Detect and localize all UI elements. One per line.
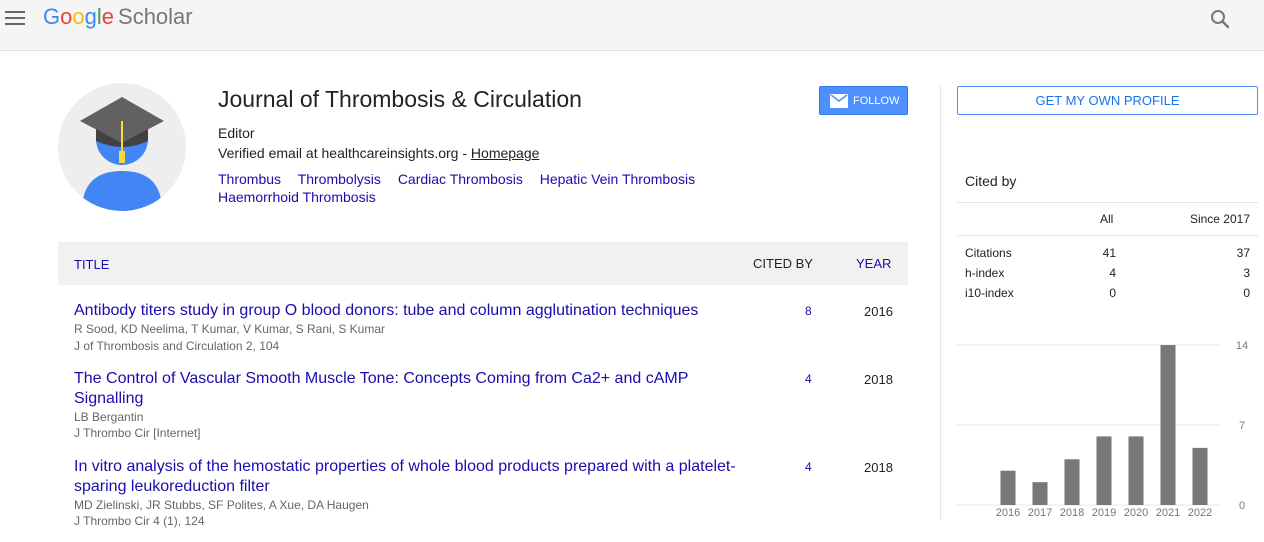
cited-by-count[interactable]: 4: [805, 460, 812, 474]
stats-header: All Since 2017: [957, 202, 1258, 236]
column-divider: [940, 86, 941, 520]
article-authors: MD Zielinski, JR Stubbs, SF Polites, A X…: [74, 498, 369, 512]
search-icon[interactable]: [1209, 8, 1231, 30]
avatar: [58, 83, 186, 211]
sort-by-year[interactable]: YEAR: [856, 256, 891, 271]
follow-label: FOLLOW: [853, 94, 900, 107]
cited-by-count[interactable]: 8: [805, 304, 812, 318]
hamburger-menu-icon[interactable]: [5, 11, 25, 25]
article-year: 2018: [864, 460, 893, 475]
article-title-link[interactable]: The Control of Vascular Smooth Muscle To…: [74, 369, 754, 409]
x-tick-label: 2019: [1092, 507, 1116, 519]
col-since: Since 2017: [1189, 212, 1250, 226]
stat-label: i10-index: [965, 286, 1014, 300]
logo-letter: o: [60, 4, 73, 29]
article-venue: J of Thrombosis and Circulation 2, 104: [74, 339, 280, 353]
chart-bar[interactable]: [1160, 345, 1176, 505]
chart-bar[interactable]: [1032, 482, 1048, 505]
profile-email: Verified email at healthcareinsights.org…: [218, 145, 539, 161]
follow-button[interactable]: FOLLOW: [819, 86, 908, 115]
y-tick-label: 14: [1236, 340, 1248, 352]
article-venue: J Thrombo Cir [Internet]: [74, 426, 201, 440]
top-bar: Google Scholar: [0, 0, 1264, 51]
logo-letter: g: [84, 4, 97, 29]
interest-link[interactable]: Thrombolysis: [298, 171, 381, 187]
scholar-logo-text: Scholar: [118, 4, 193, 29]
profile-name: Journal of Thrombosis & Circulation: [218, 86, 582, 112]
mail-icon: [830, 93, 848, 108]
research-interests: Thrombus Thrombolysis Cardiac Thrombosis…: [218, 170, 778, 206]
interest-link[interactable]: Haemorrhoid Thrombosis: [218, 189, 376, 205]
verified-email-text: Verified email at healthcareinsights.org…: [218, 145, 471, 161]
citations-bar-chart-svg: 14 7 0 2016 2017 2018 2019 2020 2021 2022: [957, 340, 1248, 519]
article-year: 2018: [864, 372, 893, 387]
interest-link[interactable]: Hepatic Vein Thrombosis: [540, 171, 695, 187]
citation-stats-table: All Since 2017 Citations 41 37 h-index 4…: [957, 202, 1258, 300]
chart-bar[interactable]: [1000, 470, 1016, 505]
logo-letter: o: [72, 4, 85, 29]
article-year: 2016: [864, 304, 893, 319]
x-tick-label: 2018: [1060, 507, 1084, 519]
y-tick-label: 7: [1239, 420, 1245, 432]
stats-row-citations: Citations 41 37: [957, 236, 1258, 260]
articles-table-header: TITLE CITED BY YEAR: [58, 242, 908, 285]
x-tick-label: 2022: [1188, 507, 1212, 519]
logo-letter: e: [101, 4, 115, 29]
google-scholar-logo[interactable]: Google Scholar: [43, 4, 193, 30]
x-tick-label: 2016: [996, 507, 1020, 519]
google-logo-text: Google: [43, 4, 114, 29]
chart-bar[interactable]: [1192, 447, 1208, 505]
profile-affiliation: Editor: [218, 125, 255, 141]
x-tick-label: 2020: [1124, 507, 1148, 519]
chart-bar[interactable]: [1128, 436, 1144, 505]
sort-by-title[interactable]: TITLE: [74, 257, 109, 272]
citations-per-year-chart: 14 7 0 2016 2017 2018 2019 2020 2021 2022: [957, 336, 1258, 522]
homepage-link[interactable]: Homepage: [471, 145, 540, 161]
stat-all: 0: [1109, 286, 1116, 300]
stats-row-h-index: h-index 4 3: [957, 256, 1258, 280]
cited-by-column[interactable]: CITED BY: [753, 256, 813, 271]
cited-by-heading: Cited by: [965, 173, 1017, 189]
interest-link[interactable]: Cardiac Thrombosis: [398, 171, 523, 187]
x-tick-label: 2021: [1156, 507, 1180, 519]
col-all: All: [1100, 212, 1114, 226]
chart-bar[interactable]: [1064, 459, 1080, 505]
article-authors: LB Bergantin: [74, 410, 144, 424]
get-my-own-profile-button[interactable]: GET MY OWN PROFILE: [957, 86, 1258, 115]
article-title-link[interactable]: Antibody titers study in group O blood d…: [74, 301, 754, 321]
article-title-link[interactable]: In vitro analysis of the hemostatic prop…: [74, 457, 754, 497]
cited-by-count[interactable]: 4: [805, 372, 812, 386]
interest-link[interactable]: Thrombus: [218, 171, 281, 187]
y-tick-label: 0: [1239, 500, 1245, 512]
chart-bar[interactable]: [1096, 436, 1112, 505]
x-tick-label: 2017: [1028, 507, 1052, 519]
stats-row-i10-index: i10-index 0 0: [957, 276, 1258, 300]
logo-letter: G: [43, 4, 61, 29]
article-authors: R Sood, KD Neelima, T Kumar, V Kumar, S …: [74, 322, 386, 336]
stat-since: 0: [1243, 286, 1250, 300]
article-venue: J Thrombo Cir 4 (1), 124: [74, 514, 205, 528]
